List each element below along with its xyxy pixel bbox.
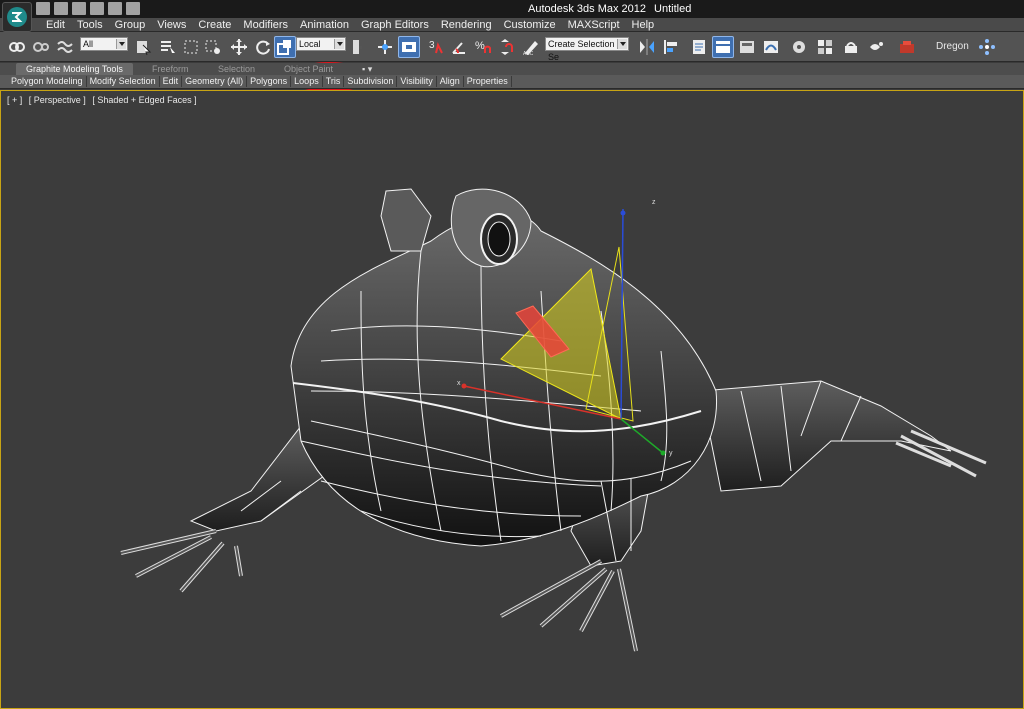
panel-subdivision[interactable]: Subdivision [344, 76, 398, 87]
schematic-view-icon[interactable] [788, 36, 810, 58]
menu-bar: Edit Tools Group Views Create Modifiers … [0, 18, 1024, 32]
chevron-down-icon [334, 39, 344, 49]
select-and-move-icon[interactable] [228, 36, 250, 58]
snaps-label: 3 [429, 40, 435, 51]
selection-filter-value: All [83, 39, 94, 49]
tab-object-paint[interactable]: Object Paint [284, 63, 333, 75]
select-and-link-icon[interactable] [6, 36, 28, 58]
gizmo-x-label: x [457, 380, 461, 387]
menu-create[interactable]: Create [192, 19, 237, 31]
save-file-icon[interactable] [72, 2, 86, 15]
reference-coordinate-system-value: Local [299, 39, 321, 49]
menu-animation[interactable]: Animation [294, 19, 355, 31]
mirror-icon[interactable] [636, 36, 658, 58]
graphite-modeling-tools-toggle-icon[interactable] [736, 36, 758, 58]
render-setup-icon[interactable] [840, 36, 862, 58]
snaps-toggle-icon[interactable]: 3 [426, 36, 448, 58]
curve-editor-icon[interactable] [760, 36, 782, 58]
use-pivot-point-center-icon[interactable] [346, 36, 368, 58]
render-production-icon[interactable] [896, 36, 918, 58]
panel-properties[interactable]: Properties [464, 76, 512, 87]
menu-edit[interactable]: Edit [40, 19, 71, 31]
app-title: Autodesk 3ds Max 2012 [528, 3, 647, 15]
ribbon-options-icon[interactable]: ▪ ▾ [362, 63, 372, 75]
open-file-icon[interactable] [54, 2, 68, 15]
select-by-name-icon[interactable] [156, 36, 178, 58]
edit-named-selection-sets-icon[interactable]: ABC [520, 36, 542, 58]
chevron-down-icon [116, 39, 126, 49]
gizmo-y-label: y [669, 450, 673, 457]
workspace-label: Dregon [936, 41, 969, 52]
tab-graphite-modeling-tools[interactable]: Graphite Modeling Tools [16, 63, 133, 75]
toggle-scene-explorer-icon[interactable] [688, 36, 710, 58]
ribbon-panel-bar: Polygon Modeling Modify Selection Edit G… [0, 75, 1024, 89]
named-selection-sets-dropdown[interactable]: Create Selection Se [545, 37, 629, 62]
quick-access-toolbar [36, 2, 140, 15]
menu-modifiers[interactable]: Modifiers [237, 19, 294, 31]
rectangular-selection-region-icon[interactable] [180, 36, 202, 58]
panel-geometry-all[interactable]: Geometry (All) [182, 76, 248, 87]
perspective-viewport[interactable]: [ + ] [ Perspective ] [ Shaded + Edged F… [0, 90, 1024, 709]
menu-tools[interactable]: Tools [71, 19, 109, 31]
window-crossing-icon[interactable] [202, 36, 224, 58]
menu-customize[interactable]: Customize [498, 19, 562, 31]
toggle-layer-explorer-icon[interactable] [712, 36, 734, 58]
align-icon[interactable] [660, 36, 682, 58]
ribbon-tab-bar: Graphite Modeling Tools Freeform Selecti… [0, 63, 1024, 75]
bind-to-space-warp-icon[interactable] [54, 36, 76, 58]
panel-loops[interactable]: Loops [291, 76, 323, 87]
angle-snap-toggle-icon[interactable] [448, 36, 470, 58]
menu-graph-editors[interactable]: Graph Editors [355, 19, 435, 31]
tab-selection[interactable]: Selection [218, 63, 255, 75]
spinner-snap-toggle-icon[interactable] [494, 36, 516, 58]
dragon-particles-icon[interactable] [976, 36, 998, 58]
panel-tris[interactable]: Tris [323, 76, 345, 87]
menu-views[interactable]: Views [151, 19, 192, 31]
3dsmax-logo-icon [7, 7, 27, 27]
unlink-selection-icon[interactable] [30, 36, 52, 58]
window-title: Autodesk 3ds Max 2012 Untitled [528, 3, 691, 15]
render-frame-window-icon[interactable] [864, 36, 886, 58]
selection-filter-dropdown[interactable]: All [80, 37, 128, 51]
panel-edit[interactable]: Edit [160, 76, 183, 87]
chevron-down-icon [617, 39, 627, 49]
select-object-icon[interactable] [132, 36, 154, 58]
panel-align[interactable]: Align [437, 76, 464, 87]
select-and-rotate-icon[interactable] [252, 36, 274, 58]
menu-help[interactable]: Help [626, 19, 661, 31]
undo-icon[interactable] [90, 2, 104, 15]
menu-group[interactable]: Group [109, 19, 152, 31]
tab-freeform[interactable]: Freeform [152, 63, 189, 75]
keyboard-shortcut-override-icon[interactable] [398, 36, 420, 58]
panel-visibility[interactable]: Visibility [397, 76, 437, 87]
new-file-icon[interactable] [36, 2, 50, 15]
gizmo-z-label: z [652, 199, 656, 206]
frog-wireframe-model[interactable]: z x y [1, 91, 1023, 708]
redo-icon[interactable] [108, 2, 122, 15]
panel-polygon-modeling[interactable]: Polygon Modeling [8, 76, 87, 87]
material-editor-icon[interactable] [814, 36, 836, 58]
svg-text:ABC: ABC [523, 51, 534, 56]
menu-rendering[interactable]: Rendering [435, 19, 498, 31]
percent-snap-toggle-icon[interactable]: % [472, 36, 494, 58]
menu-maxscript[interactable]: MAXScript [562, 19, 626, 31]
document-title: Untitled [654, 3, 692, 15]
title-bar: Autodesk 3ds Max 2012 Untitled [0, 0, 1024, 18]
reference-coordinate-system-dropdown[interactable]: Local [296, 37, 346, 51]
main-toolbar: All Local 3 % ABC Create Selection Se Dr… [0, 32, 1024, 92]
select-and-scale-icon[interactable] [274, 36, 296, 58]
named-selection-set-value: Create Selection Se [548, 39, 615, 62]
panel-modify-selection[interactable]: Modify Selection [87, 76, 160, 87]
panel-polygons[interactable]: Polygons [247, 76, 292, 87]
percent-snap-label: % [475, 40, 485, 52]
app-menu-button[interactable] [2, 2, 32, 32]
project-folder-icon[interactable] [126, 2, 140, 15]
select-and-manipulate-icon[interactable] [374, 36, 396, 58]
